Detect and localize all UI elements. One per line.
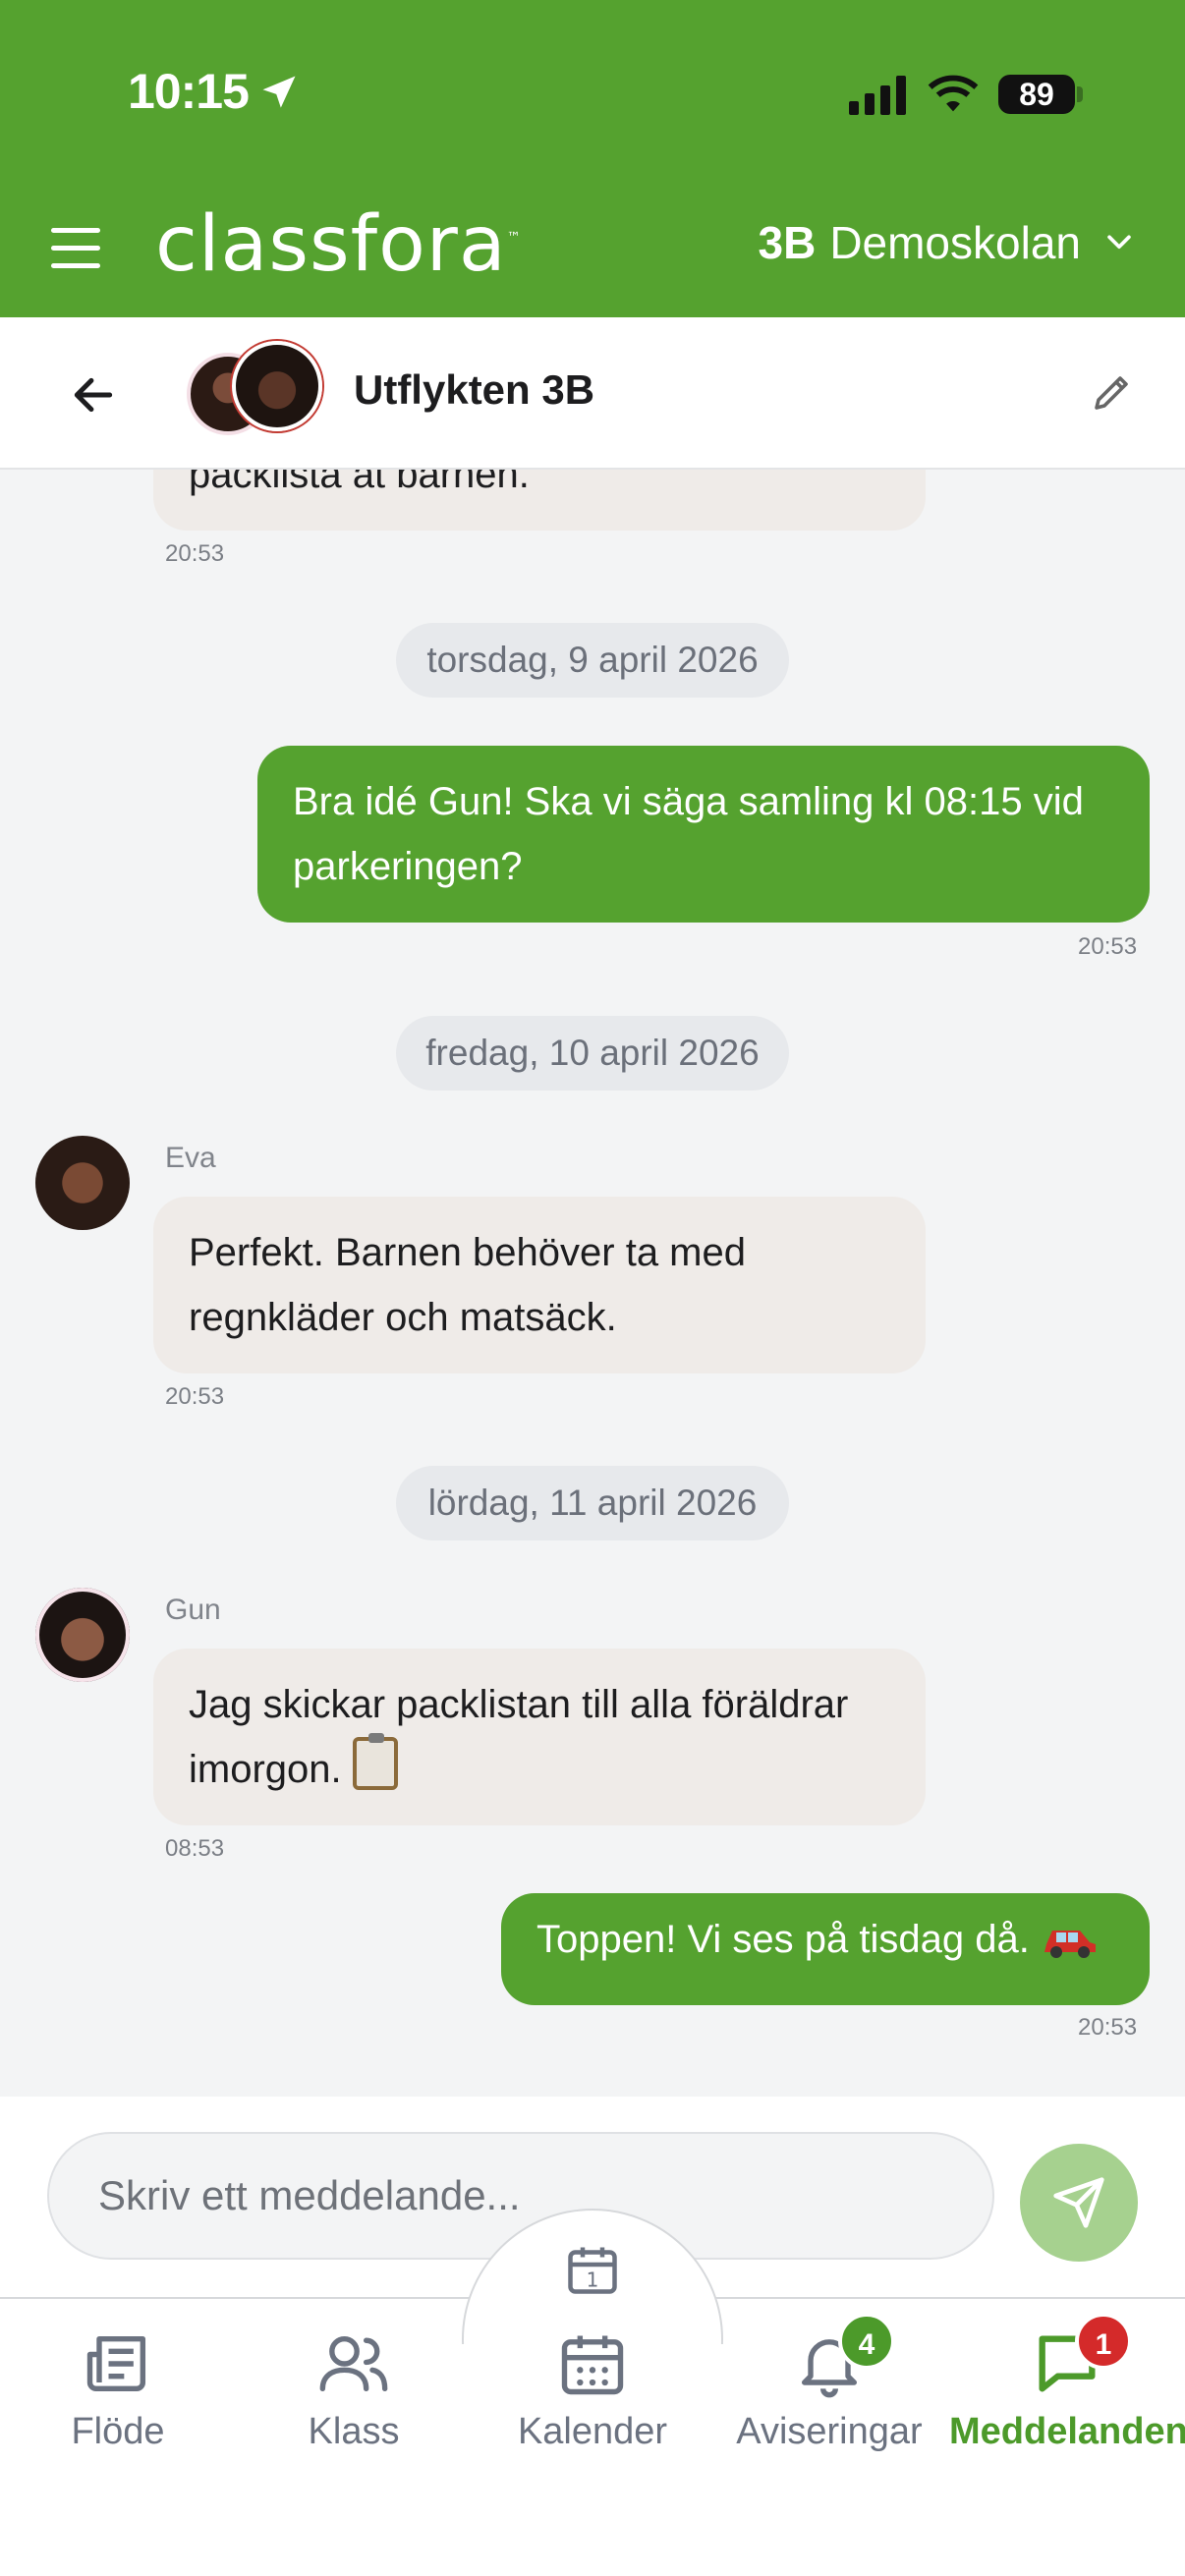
message-time: 20:53 [165, 540, 225, 567]
class-selector[interactable]: 3B Demoskolan [759, 216, 1137, 269]
participant-avatar [232, 341, 322, 431]
cellular-signal-icon [849, 76, 906, 115]
message-time: 20:53 [1078, 2014, 1138, 2041]
avatar[interactable] [35, 1588, 130, 1682]
hamburger-menu-icon[interactable] [51, 228, 100, 271]
avatar[interactable] [35, 1136, 130, 1230]
date-separator: lördag, 11 april 2026 [396, 1466, 789, 1540]
unread-messages-badge: 1 [1075, 2313, 1132, 2370]
date-separator: fredag, 10 april 2026 [396, 1016, 789, 1091]
status-time: 10:15 [128, 64, 250, 119]
send-icon [1053, 2177, 1104, 2228]
battery-tip [1077, 86, 1083, 102]
calendar-today-icon[interactable]: 1 [563, 2240, 622, 2299]
nav-item-kalender[interactable]: Kalender [475, 2326, 710, 2453]
back-arrow-icon[interactable] [69, 370, 118, 420]
nav-label: Aviseringar [736, 2411, 923, 2452]
battery-indicator: 89 [998, 75, 1075, 114]
nav-item-flode[interactable]: Flöde [0, 2326, 236, 2453]
nav-label: Klass [308, 2411, 400, 2452]
nav-label: Flöde [71, 2411, 165, 2452]
car-emoji-icon [1044, 1931, 1096, 1958]
notification-count-badge: 4 [838, 2313, 895, 2370]
pencil-edit-icon[interactable] [1089, 368, 1136, 416]
sender-name: Eva [165, 1142, 216, 1174]
nav-item-klass[interactable]: Klass [236, 2326, 472, 2453]
message-bubble: Jag skickar packlistan till alla föräldr… [153, 1649, 926, 1825]
nav-label: Meddelanden [949, 2411, 1185, 2452]
nav-item-aviseringar[interactable]: Aviseringar [711, 2326, 947, 2453]
sender-name: Gun [165, 1594, 221, 1626]
message-time: 20:53 [165, 1383, 225, 1410]
date-separator: torsdag, 9 april 2026 [396, 623, 789, 698]
chat-header: Utflykten 3B [0, 317, 1185, 470]
message-time: 20:53 [1078, 933, 1138, 960]
wifi-icon [928, 75, 979, 112]
message-bubble: Toppen! Vi ses på tisdag då. [501, 1893, 1150, 2005]
newspaper-icon [86, 2335, 146, 2392]
chevron-down-icon [1107, 235, 1131, 250]
nav-label: Kalender [517, 2411, 668, 2452]
app-logo: classfora™ [155, 200, 522, 289]
message-bubble: Bra idé Gun! Ska vi säga samling kl 08:1… [257, 746, 1150, 923]
location-arrow-icon [262, 76, 296, 108]
message-time: 08:53 [165, 1835, 225, 1862]
svg-text:1: 1 [587, 2268, 599, 2292]
nav-item-meddelanden[interactable]: Meddelanden [949, 2326, 1185, 2453]
chat-title: Utflykten 3B [354, 366, 595, 413]
clipboard-emoji-icon [352, 1733, 398, 1790]
class-code: 3B [758, 217, 817, 268]
calendar-icon [561, 2335, 624, 2395]
app-header: 10:15 89 classfora™ 3B Demoskolan [0, 0, 1185, 317]
send-button[interactable] [1020, 2144, 1138, 2262]
message-bubble: Perfekt. Barnen behöver ta med regnkläde… [153, 1197, 926, 1373]
users-icon [319, 2335, 388, 2392]
school-name: Demoskolan [829, 217, 1081, 268]
